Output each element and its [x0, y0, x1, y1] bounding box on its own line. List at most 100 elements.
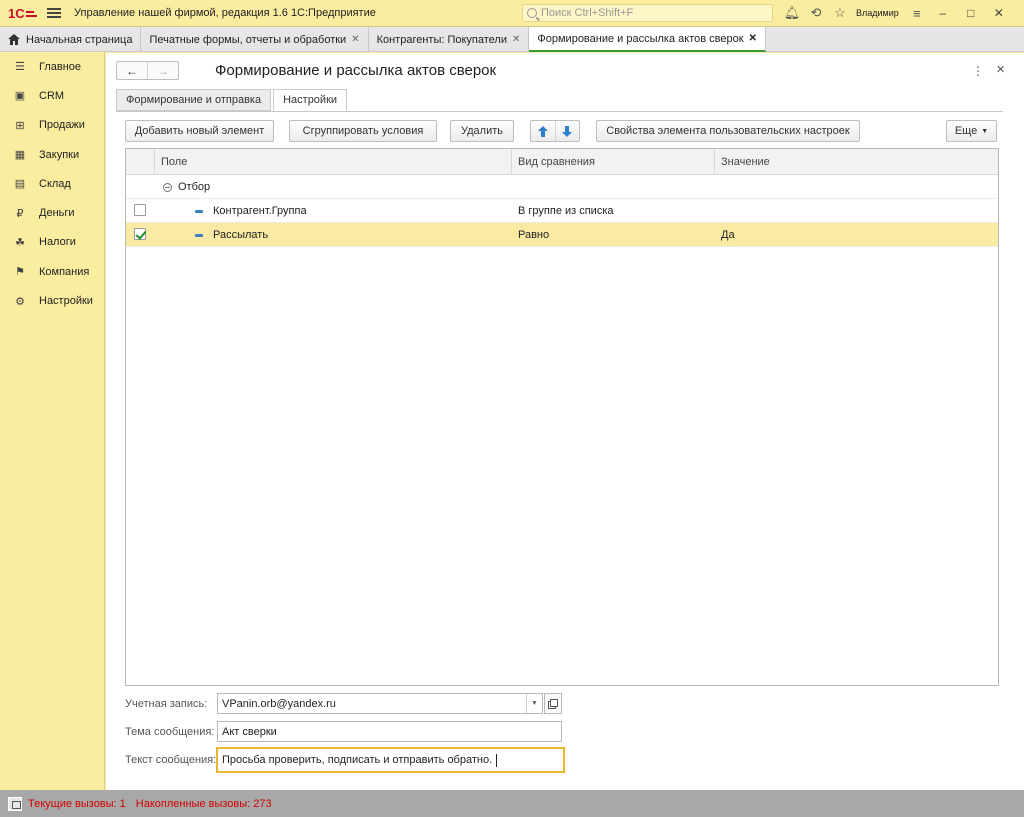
- more-vert-icon[interactable]: ⋮: [972, 64, 984, 78]
- message-value: Просьба проверить, подписать и отправить…: [222, 754, 493, 766]
- table-row-group[interactable]: Отбор: [126, 175, 998, 199]
- sidebar-item-label: CRM: [39, 89, 65, 102]
- sidebar-item-label: Продажи: [39, 119, 85, 132]
- sidebar-item-label: Закупки: [39, 148, 80, 161]
- table-row[interactable]: Рассылать Равно Да: [126, 223, 998, 247]
- value-cell[interactable]: Да: [721, 223, 735, 247]
- account-label: Учетная запись:: [125, 698, 208, 710]
- maximize-button[interactable]: □: [957, 4, 985, 22]
- crm-icon: ▣: [14, 90, 26, 103]
- app-title: Управление нашей фирмой, редакция 1.6 1С…: [74, 7, 376, 19]
- purchases-icon: ▦: [14, 149, 26, 162]
- more-button-label: Еще: [954, 125, 978, 137]
- sidebar-item-sales[interactable]: ⊞ Продажи: [0, 111, 104, 140]
- sidebar-item-label: Компания: [39, 265, 90, 278]
- chevron-down-icon[interactable]: ▼: [526, 694, 542, 713]
- tab-label: Начальная страница: [26, 33, 133, 46]
- close-icon[interactable]: ✕: [351, 34, 359, 45]
- history-icon[interactable]: ⟲: [804, 4, 828, 22]
- sidebar-item-main[interactable]: ☰ Главное: [0, 52, 104, 81]
- sidebar-item-taxes[interactable]: ☘ Налоги: [0, 228, 104, 257]
- tab-label: Формирование и рассылка актов сверок: [537, 32, 744, 45]
- sidebar-item-label: Настройки: [39, 295, 93, 308]
- collapse-icon[interactable]: [163, 182, 172, 192]
- checkbox-column-header: [126, 149, 154, 174]
- current-calls: Текущие вызовы: 1: [28, 797, 126, 810]
- title-bar: 1С Управление нашей фирмой, редакция 1.6…: [0, 0, 1024, 26]
- column-header-comparison[interactable]: Вид сравнения: [511, 149, 714, 174]
- warehouse-icon: ▤: [14, 178, 26, 191]
- flag-icon: ⚑: [15, 266, 25, 279]
- forward-arrow-icon[interactable]: →: [147, 62, 178, 79]
- tab-home[interactable]: Начальная страница: [0, 27, 142, 52]
- tab-counterparties[interactable]: Контрагенты: Покупатели ✕: [369, 27, 530, 52]
- move-down-icon[interactable]: [554, 121, 580, 141]
- back-arrow-icon[interactable]: ←: [117, 62, 147, 79]
- field-name: Рассылать: [213, 229, 269, 241]
- group-conditions-button[interactable]: Сгруппировать условия: [289, 120, 437, 142]
- table-row[interactable]: Контрагент.Группа В группе из списка: [126, 199, 998, 223]
- tab-label: Контрагенты: Покупатели: [376, 33, 507, 46]
- close-icon[interactable]: ✕: [512, 34, 520, 45]
- element-properties-button[interactable]: Свойства элемента пользовательских настр…: [596, 120, 860, 142]
- sidebar-item-label: Главное: [39, 60, 82, 73]
- text-cursor: [496, 753, 498, 767]
- star-icon[interactable]: ☆: [828, 4, 852, 22]
- bell-icon[interactable]: 🔔︎: [780, 4, 804, 22]
- move-buttons: [530, 120, 580, 142]
- sidebar: ☰ Главное ▣ CRM ⊞ Продажи ▦ Закупки ▤ Ск…: [0, 52, 105, 790]
- sidebar-item-purchases[interactable]: ▦ Закупки: [0, 140, 104, 169]
- sidebar-item-crm[interactable]: ▣ CRM: [0, 81, 104, 110]
- field-icon: [195, 233, 203, 237]
- tab-print-forms[interactable]: Печатные формы, отчеты и обработки ✕: [141, 27, 369, 52]
- sidebar-item-money[interactable]: ₽ Деньги: [0, 198, 104, 227]
- row-checkbox[interactable]: [134, 204, 146, 216]
- row-checkbox[interactable]: [134, 228, 146, 240]
- sidebar-item-label: Склад: [39, 177, 71, 190]
- command-bar: Добавить новый элемент Сгруппировать усл…: [125, 120, 999, 142]
- sidebar-item-warehouse[interactable]: ▤ Склад: [0, 169, 104, 198]
- sales-icon: ⊞: [15, 119, 25, 132]
- user-name[interactable]: Владимир: [856, 8, 899, 18]
- sidebar-item-company[interactable]: ⚑ Компания: [0, 257, 104, 286]
- close-icon[interactable]: ✕: [749, 33, 757, 44]
- windows-icon[interactable]: [8, 796, 22, 811]
- close-window-button[interactable]: ✕: [985, 4, 1013, 22]
- column-header-value[interactable]: Значение: [714, 149, 998, 174]
- column-header-field[interactable]: Поле: [154, 149, 511, 174]
- subject-field[interactable]: Акт сверки: [217, 721, 562, 742]
- move-up-icon[interactable]: [531, 121, 555, 141]
- tab-label: Печатные формы, отчеты и обработки: [149, 33, 347, 46]
- delete-button[interactable]: Удалить: [450, 120, 514, 142]
- search-icon: [527, 8, 537, 18]
- history-nav: ← →: [116, 61, 179, 80]
- money-icon: ₽: [16, 207, 24, 220]
- minimize-button[interactable]: –: [929, 4, 957, 22]
- comparison-cell[interactable]: В группе из списка: [518, 199, 614, 223]
- more-button[interactable]: Еще ▼: [946, 120, 997, 142]
- table-header: Поле Вид сравнения Значение: [126, 149, 998, 175]
- field-cell: Контрагент.Группа: [195, 199, 307, 223]
- sidebar-item-label: Налоги: [39, 236, 76, 249]
- tab-generation[interactable]: Формирование и отправка: [116, 89, 272, 111]
- open-account-button[interactable]: [544, 693, 562, 714]
- accumulated-calls: Накопленные вызовы: 273: [135, 797, 272, 810]
- comparison-cell[interactable]: Равно: [518, 223, 549, 247]
- account-field[interactable]: VPanin.orb@yandex.ru ▼: [217, 693, 543, 714]
- message-field[interactable]: Просьба проверить, подписать и отправить…: [216, 747, 565, 773]
- filter-table: Поле Вид сравнения Значение Отбор Контра…: [125, 148, 999, 686]
- home-icon: [8, 34, 20, 45]
- add-element-button[interactable]: Добавить новый элемент: [125, 120, 274, 142]
- tab-settings[interactable]: Настройки: [273, 89, 348, 111]
- subject-label: Тема сообщения:: [125, 726, 215, 738]
- tab-reconciliation[interactable]: Формирование и рассылка актов сверок ✕: [529, 27, 766, 52]
- search-input[interactable]: Поиск Ctrl+Shift+F: [522, 4, 773, 22]
- account-value: VPanin.orb@yandex.ru: [222, 697, 336, 710]
- gear-icon: ⚙: [15, 295, 25, 308]
- main-menu-icon[interactable]: [46, 6, 62, 20]
- settings-menu-icon[interactable]: ≡: [905, 4, 929, 22]
- sidebar-item-settings[interactable]: ⚙ Настройки: [0, 286, 104, 315]
- menu-icon: ☰: [15, 61, 25, 74]
- group-label: Отбор: [178, 181, 211, 193]
- close-icon[interactable]: ✕: [996, 63, 1005, 76]
